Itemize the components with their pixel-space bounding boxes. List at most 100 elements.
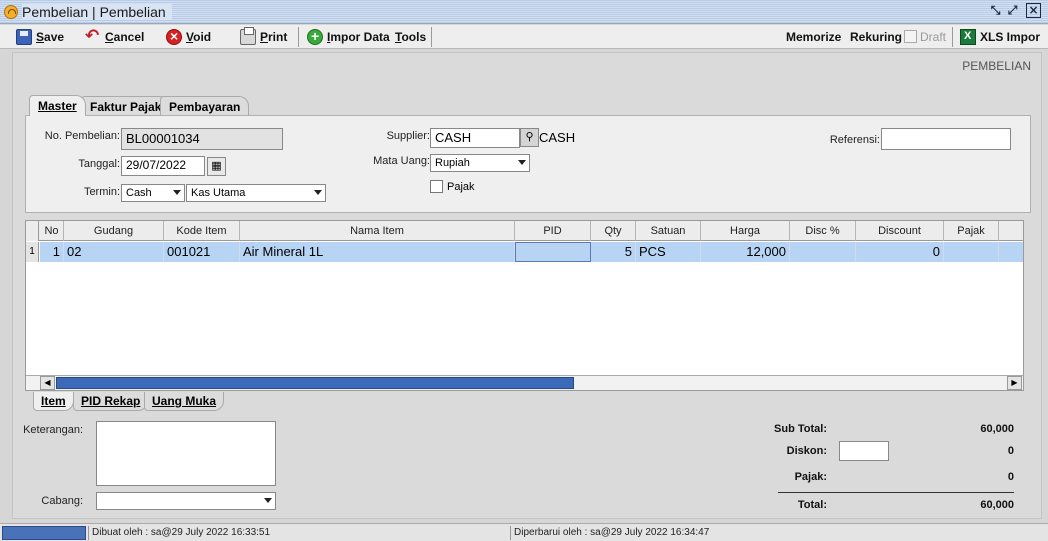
- cell-gudang[interactable]: 02: [64, 242, 164, 262]
- draft-checkbox[interactable]: [904, 30, 917, 43]
- xls-import-button[interactable]: XLS Impor: [960, 28, 1040, 46]
- keterangan-textarea[interactable]: [96, 421, 276, 486]
- title-bar: Pembelian | Pembelian ⤡ ⤢ ×: [0, 0, 1048, 24]
- scroll-right-icon[interactable]: ▶: [1007, 376, 1022, 390]
- tanggal-field[interactable]: 29/07/2022: [121, 156, 205, 176]
- cell-pajak[interactable]: [944, 242, 999, 262]
- rekuring-button[interactable]: Rekuring: [850, 28, 902, 46]
- totals-divider: [778, 492, 1014, 493]
- row-header[interactable]: 1: [26, 242, 39, 262]
- toolbar-separator: [431, 27, 432, 47]
- void-button[interactable]: Void: [166, 28, 211, 46]
- diskon-value: 0: [1007, 445, 1014, 457]
- col-discount[interactable]: Discount: [856, 221, 944, 241]
- close-icon[interactable]: ×: [1026, 3, 1041, 18]
- updated-info: Diperbarui oleh : sa@29 July 2022 16:34:…: [510, 526, 1046, 540]
- col-no[interactable]: No: [40, 221, 64, 241]
- cell-kode-item[interactable]: 001021: [164, 242, 240, 262]
- pajak-total-label: Pajak:: [794, 471, 827, 483]
- tanggal-label: Tanggal:: [78, 158, 120, 170]
- col-disc-pct[interactable]: Disc %: [790, 221, 856, 241]
- termin-label: Termin:: [83, 186, 120, 198]
- sub-total-label: Sub Total:: [774, 423, 827, 435]
- cell-nama-item[interactable]: Air Mineral 1L: [240, 242, 515, 262]
- tab-uang-muka[interactable]: Uang Muka: [144, 392, 225, 411]
- col-harga[interactable]: Harga: [701, 221, 790, 241]
- print-button[interactable]: Print: [240, 27, 287, 46]
- tab-pid-rekap[interactable]: PID Rekap: [73, 392, 149, 411]
- tools-button[interactable]: Tools: [395, 28, 426, 46]
- cell-satuan[interactable]: PCS: [636, 242, 701, 262]
- col-qty[interactable]: Qty: [591, 221, 636, 241]
- search-icon[interactable]: ⚲: [520, 128, 539, 147]
- col-nama-item[interactable]: Nama Item: [240, 221, 515, 241]
- app-icon: [4, 5, 18, 19]
- chevron-down-icon: [314, 190, 322, 195]
- cell-pid[interactable]: [515, 242, 591, 262]
- cell-harga[interactable]: 12,000: [701, 242, 790, 262]
- cabang-label: Cabang:: [41, 495, 83, 507]
- toolbar-separator: [952, 27, 953, 47]
- total-label: Total:: [797, 499, 827, 511]
- void-icon: [166, 28, 182, 45]
- progress-indicator: [2, 526, 86, 540]
- mata-uang-label: Mata Uang:: [373, 155, 430, 167]
- tab-master[interactable]: Master: [29, 95, 86, 116]
- pajak-total-value: 0: [1007, 471, 1014, 483]
- status-bar: Dibuat oleh : sa@29 July 2022 16:33:51 D…: [0, 523, 1048, 541]
- calendar-icon[interactable]: ▦: [207, 157, 226, 176]
- keterangan-label: Keterangan:: [23, 424, 83, 436]
- floppy-icon: [16, 29, 32, 45]
- created-info: Dibuat oleh : sa@29 July 2022 16:33:51: [88, 526, 508, 540]
- excel-icon: [960, 29, 976, 45]
- tab-faktur-pajak[interactable]: Faktur Pajak: [81, 96, 171, 116]
- restore-icon[interactable]: ⤡: [988, 3, 1003, 18]
- referensi-field[interactable]: [881, 128, 1011, 150]
- scroll-thumb[interactable]: [56, 377, 574, 389]
- cancel-button[interactable]: Cancel: [85, 26, 144, 46]
- undo-icon: [85, 26, 101, 46]
- mata-uang-select[interactable]: Rupiah: [430, 154, 530, 172]
- import-data-button[interactable]: Impor Data: [307, 28, 390, 46]
- page-heading: PEMBELIAN: [962, 59, 1031, 73]
- save-button[interactable]: Save: [16, 28, 64, 46]
- pajak-checkbox[interactable]: [430, 180, 443, 193]
- memorize-button[interactable]: Memorize: [786, 28, 841, 46]
- tab-item[interactable]: Item: [33, 392, 74, 411]
- diskon-label: Diskon:: [786, 445, 827, 457]
- col-gudang[interactable]: Gudang: [64, 221, 164, 241]
- chevron-down-icon: [173, 190, 181, 195]
- no-pembelian-label: No. Pembelian:: [44, 130, 120, 142]
- supplier-code-field[interactable]: CASH: [430, 128, 520, 148]
- kas-select[interactable]: Kas Utama: [186, 184, 326, 202]
- col-pajak[interactable]: Pajak: [944, 221, 999, 241]
- toolbar-separator: [298, 27, 299, 47]
- maximize-icon[interactable]: ⤢: [1005, 3, 1020, 18]
- termin-select[interactable]: Cash: [121, 184, 185, 202]
- toolbar: Save Cancel Void Print Impor Data Tools …: [0, 25, 1048, 49]
- items-grid: No Gudang Kode Item Nama Item PID Qty Sa…: [25, 220, 1024, 391]
- printer-icon: [240, 27, 256, 45]
- horizontal-scrollbar[interactable]: ◀ ▶: [26, 375, 1023, 390]
- pajak-label: Pajak: [447, 181, 475, 193]
- cell-no[interactable]: 1: [40, 242, 64, 262]
- cell-disc-pct[interactable]: [790, 242, 856, 262]
- no-pembelian-field[interactable]: BL00001034: [121, 128, 283, 150]
- sub-total-value: 60,000: [980, 423, 1014, 435]
- scroll-left-icon[interactable]: ◀: [40, 376, 55, 390]
- add-icon: [307, 28, 323, 45]
- supplier-name: CASH: [539, 130, 576, 145]
- col-satuan[interactable]: Satuan: [636, 221, 701, 241]
- tab-pembayaran[interactable]: Pembayaran: [160, 96, 250, 116]
- chevron-down-icon: [518, 160, 526, 165]
- cell-qty[interactable]: 5: [591, 242, 636, 262]
- cell-discount[interactable]: 0: [856, 242, 944, 262]
- table-row[interactable]: 1 02 001021 Air Mineral 1L 5 PCS 12,000 …: [40, 242, 1023, 262]
- col-pid[interactable]: PID: [515, 221, 591, 241]
- chevron-down-icon: [264, 498, 272, 503]
- col-kode-item[interactable]: Kode Item: [164, 221, 240, 241]
- diskon-input[interactable]: [839, 441, 889, 461]
- cabang-select[interactable]: [96, 492, 276, 510]
- referensi-label: Referensi:: [829, 134, 880, 146]
- grid-header: No Gudang Kode Item Nama Item PID Qty Sa…: [26, 221, 1023, 241]
